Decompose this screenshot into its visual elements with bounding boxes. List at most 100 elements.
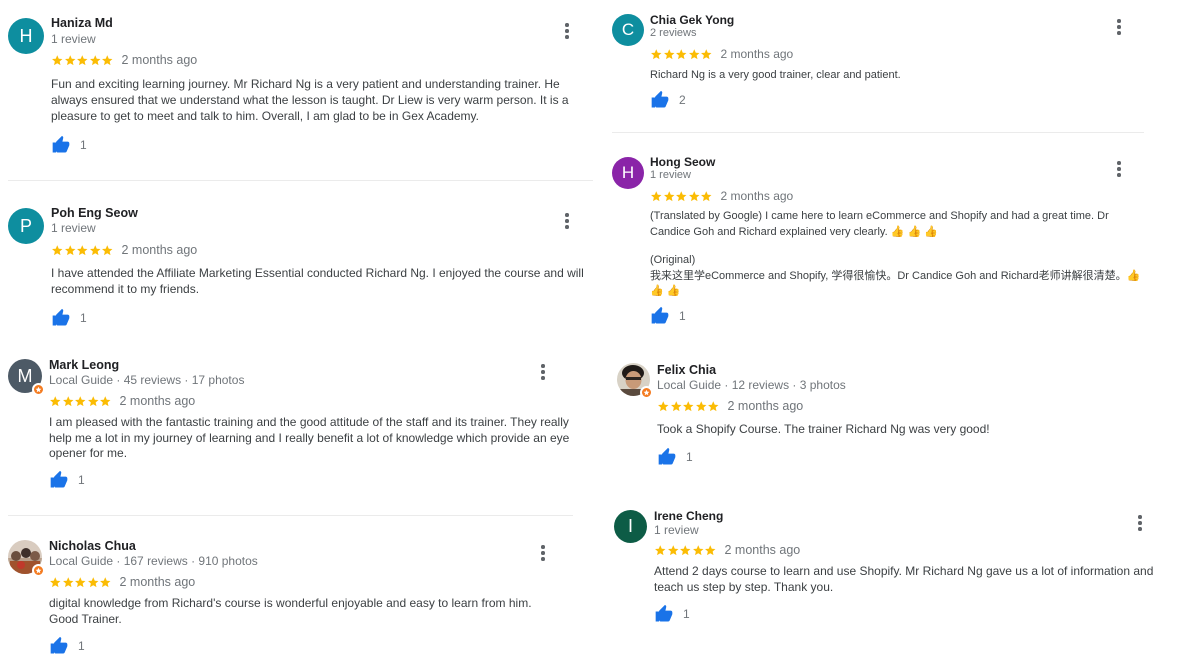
star-icon (675, 190, 688, 203)
thumbs-up-icon (654, 604, 674, 624)
star-icon (695, 400, 708, 413)
like-button[interactable]: 1 (650, 306, 686, 326)
reviewer-meta: Local Guide · 167 reviews · 910 photos (49, 554, 258, 568)
star-icon (89, 54, 102, 67)
star-icon (62, 576, 75, 589)
thumbs-up-icon (650, 90, 670, 110)
star-icon (700, 48, 713, 61)
star-icon (87, 576, 100, 589)
avatar[interactable]: I (614, 510, 647, 543)
star-icon (692, 544, 705, 557)
local-guide-badge-icon (32, 564, 45, 577)
avatar[interactable] (617, 363, 653, 399)
like-button[interactable]: 1 (51, 135, 87, 155)
star-icon (64, 244, 77, 257)
reviewer-meta: Local Guide · 45 reviews · 17 photos (49, 373, 245, 387)
like-button[interactable]: 2 (650, 90, 686, 110)
reviewer-name[interactable]: Haniza Md (51, 16, 113, 30)
star-rating (654, 544, 717, 557)
star-icon (76, 54, 89, 67)
star-rating (650, 48, 713, 61)
review-card: H Haniza Md 1 review 2 months ago Fun an… (8, 14, 593, 164)
avatar[interactable]: C (612, 14, 644, 46)
reviewer-name[interactable]: Felix Chia (657, 363, 716, 377)
reviewer-name[interactable]: Poh Eng Seow (51, 206, 138, 220)
review-card: C Chia Gek Yong 2 reviews 2 months ago R… (612, 12, 1142, 117)
star-icon (99, 576, 112, 589)
star-icon (76, 244, 89, 257)
review-card: H Hong Seow 1 review 2 months ago (Trans… (612, 154, 1147, 334)
more-options-button[interactable] (1114, 17, 1124, 37)
star-icon (688, 48, 701, 61)
review-text: Took a Shopify Course. The trainer Richa… (657, 422, 990, 436)
star-icon (704, 544, 717, 557)
reviewer-meta: Local Guide · 12 reviews · 3 photos (657, 378, 846, 392)
star-icon (51, 54, 64, 67)
star-icon (675, 48, 688, 61)
more-options-button[interactable] (1135, 513, 1145, 533)
star-icon (101, 244, 114, 257)
review-time: 2 months ago (119, 575, 196, 589)
like-count: 1 (679, 309, 686, 323)
star-icon (62, 395, 75, 408)
star-icon (663, 190, 676, 203)
review-time: 2 months ago (720, 189, 794, 203)
avatar[interactable]: M (8, 359, 45, 396)
like-button[interactable]: 1 (49, 470, 85, 490)
star-icon (670, 400, 683, 413)
review-card: I Irene Cheng 1 review 2 months ago Atte… (614, 508, 1174, 628)
review-card: Nicholas Chua Local Guide · 167 reviews … (8, 538, 578, 665)
like-button[interactable]: 1 (657, 447, 693, 467)
rating: 2 months ago (654, 543, 800, 557)
star-icon (101, 54, 114, 67)
like-button[interactable]: 1 (51, 308, 87, 328)
avatar[interactable]: P (8, 208, 44, 244)
more-options-button[interactable] (538, 362, 548, 382)
star-icon (87, 395, 100, 408)
reviewer-meta: 1 review (51, 32, 96, 46)
local-guide-badge-icon (640, 386, 653, 399)
like-count: 1 (78, 473, 85, 487)
rating: 2 months ago (657, 399, 803, 413)
review-time: 2 months ago (727, 399, 804, 413)
like-count: 2 (679, 93, 686, 107)
more-options-button[interactable] (538, 543, 548, 563)
divider (8, 515, 573, 516)
review-time: 2 months ago (119, 394, 196, 408)
like-button[interactable]: 1 (49, 636, 85, 656)
star-rating (51, 244, 114, 257)
review-card: P Poh Eng Seow 1 review 2 months ago I h… (8, 204, 593, 334)
review-text: digital knowledge from Richard's course … (49, 596, 532, 626)
like-count: 1 (686, 450, 693, 464)
reviewer-name[interactable]: Mark Leong (49, 358, 119, 372)
star-rating (51, 54, 114, 67)
star-icon (650, 48, 663, 61)
review-time: 2 months ago (121, 243, 198, 257)
like-button[interactable]: 1 (654, 604, 690, 624)
rating: 2 months ago (49, 575, 195, 589)
star-icon (682, 400, 695, 413)
reviewer-meta: 2 reviews (650, 27, 697, 39)
like-count: 1 (683, 607, 690, 621)
rating: 2 months ago (650, 189, 793, 203)
more-options-button[interactable] (1114, 159, 1124, 179)
star-icon (663, 48, 676, 61)
reviewer-meta: 1 review (650, 169, 691, 181)
more-options-button[interactable] (562, 21, 572, 41)
more-options-button[interactable] (562, 211, 572, 231)
avatar[interactable] (8, 540, 45, 577)
star-icon (51, 244, 64, 257)
reviewer-name[interactable]: Irene Cheng (654, 509, 723, 523)
avatar[interactable]: H (612, 157, 644, 189)
reviewer-name[interactable]: Nicholas Chua (49, 539, 136, 553)
star-rating (49, 576, 112, 589)
star-icon (654, 544, 667, 557)
review-card: M Mark Leong Local Guide · 45 reviews · … (8, 357, 578, 497)
local-guide-badge-icon (32, 383, 45, 396)
avatar[interactable]: H (8, 18, 44, 54)
star-icon (49, 395, 62, 408)
review-text: I am pleased with the fantastic training… (49, 415, 570, 460)
reviewer-name[interactable]: Hong Seow (650, 155, 715, 169)
star-icon (89, 244, 102, 257)
reviewer-name[interactable]: Chia Gek Yong (650, 13, 734, 27)
